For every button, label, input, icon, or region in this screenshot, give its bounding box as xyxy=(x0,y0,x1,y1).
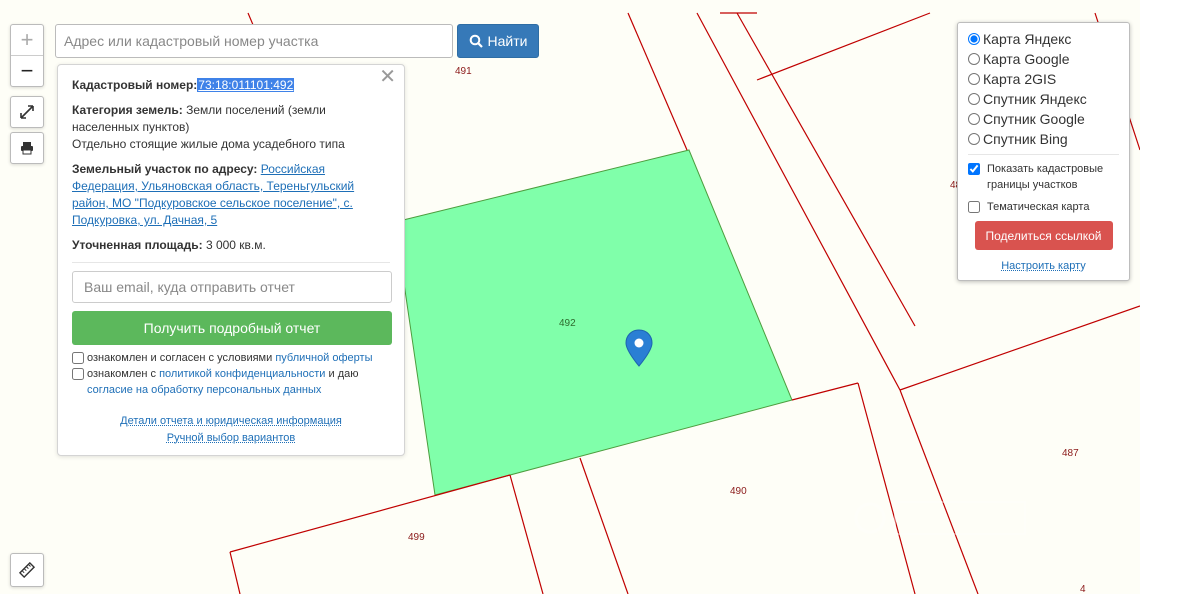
area-row: Уточненная площадь: 3 000 кв.м. xyxy=(72,237,390,254)
show-borders-label: Показать кадастровые границы участков xyxy=(987,163,1104,191)
offer-consent-checkbox-row[interactable]: ознакомлен и согласен с условиями публич… xyxy=(72,350,390,366)
land-category-row: Категория земель: Земли поселений (земли… xyxy=(72,102,390,153)
printer-icon xyxy=(21,142,33,155)
divider xyxy=(968,154,1119,155)
map-source-label: Спутник Google xyxy=(983,111,1085,127)
parcel-label-499: 499 xyxy=(408,532,425,543)
panel-footer-links: Детали отчета и юридическая информация Р… xyxy=(58,413,404,447)
cadastral-number-row: Кадастровый номер:73:18:011101:492 xyxy=(72,77,390,94)
map-source-radio[interactable] xyxy=(968,133,980,145)
cadastral-number-label: Кадастровый номер: xyxy=(72,78,198,92)
thematic-map-checkbox[interactable] xyxy=(968,201,980,213)
email-field[interactable] xyxy=(72,271,392,303)
configure-map-link[interactable]: Настроить карту xyxy=(1001,260,1086,272)
search-icon xyxy=(469,34,483,48)
address-label: Земельный участок по адресу: xyxy=(72,162,258,176)
map-source-list: Карта Яндекс Карта Google Карта 2GIS Спутни… xyxy=(968,29,1119,149)
thematic-map-row[interactable]: Тематическая карта xyxy=(968,199,1119,215)
map-source-option[interactable]: Карта Google xyxy=(968,49,1119,69)
search-button[interactable]: Найти xyxy=(457,24,539,58)
parcel-label-4: 4 xyxy=(1080,584,1086,594)
public-offer-link[interactable]: публичной оферты xyxy=(275,352,372,364)
land-use-value: Отдельно стоящие жилые дома усадебного т… xyxy=(72,137,345,151)
privacy-consent-text: ознакомлен с политикой конфиденциальност… xyxy=(87,368,359,396)
map-layers-panel: Карта Яндекс Карта Google Карта 2GIS Спутни… xyxy=(957,22,1130,281)
map-source-radio[interactable] xyxy=(968,33,980,45)
area-value: 3 000 кв.м. xyxy=(205,238,266,252)
map-source-radio[interactable] xyxy=(968,93,980,105)
search-button-label: Найти xyxy=(487,33,528,49)
map-source-option[interactable]: Спутник Bing xyxy=(968,129,1119,149)
print-button[interactable] xyxy=(10,132,44,164)
parcel-label-492: 492 xyxy=(559,318,576,329)
zoom-out-button[interactable]: − xyxy=(11,56,43,86)
show-borders-checkbox[interactable] xyxy=(968,163,980,175)
show-borders-row[interactable]: Показать кадастровые границы участков xyxy=(968,161,1119,193)
manual-selection-link[interactable]: Ручной выбор вариантов xyxy=(58,430,404,447)
report-details-link[interactable]: Детали отчета и юридическая информация xyxy=(58,413,404,430)
selected-parcel-492[interactable] xyxy=(394,149,793,496)
map-source-label: Спутник Яндекс xyxy=(983,91,1087,107)
map-source-label: Карта 2GIS xyxy=(983,71,1057,87)
get-report-button[interactable]: Получить подробный отчет xyxy=(72,311,392,345)
map-source-label: Карта Яндекс xyxy=(983,31,1072,47)
map-source-option[interactable]: Карта Яндекс xyxy=(968,29,1119,49)
fullscreen-button[interactable] xyxy=(10,96,44,128)
thematic-map-label: Тематическая карта xyxy=(987,201,1090,213)
watermark-logo xyxy=(854,501,1026,535)
offer-consent-text: ознакомлен и согласен с условиями публич… xyxy=(87,352,373,364)
map-source-option[interactable]: Карта 2GIS xyxy=(968,69,1119,89)
privacy-consent-checkbox[interactable] xyxy=(72,368,84,380)
map-source-radio[interactable] xyxy=(968,113,980,125)
share-link-button[interactable]: Поделиться ссылкой xyxy=(974,221,1113,250)
offer-consent-checkbox[interactable] xyxy=(72,352,84,364)
map-source-radio[interactable] xyxy=(968,53,980,65)
divider xyxy=(72,262,390,263)
area-label: Уточненная площадь: xyxy=(72,238,203,252)
parcel-label-490: 490 xyxy=(730,486,747,497)
ruler-button[interactable] xyxy=(10,553,44,587)
expand-icon xyxy=(20,105,34,119)
close-icon[interactable]: ✕ xyxy=(379,67,396,87)
privacy-consent-checkbox-row[interactable]: ознакомлен с политикой конфиденциальност… xyxy=(72,366,390,398)
privacy-policy-link[interactable]: политикой конфиденциальности xyxy=(159,368,325,380)
ruler-icon xyxy=(19,562,35,578)
map-source-option[interactable]: Спутник Яндекс xyxy=(968,89,1119,109)
zoom-in-button[interactable]: + xyxy=(11,25,43,56)
map-source-option[interactable]: Спутник Google xyxy=(968,109,1119,129)
parcel-info-panel: ✕ Кадастровый номер:73:18:011101:492 Кат… xyxy=(57,64,405,456)
map-source-label: Карта Google xyxy=(983,51,1070,67)
parcel-label-487: 487 xyxy=(1062,448,1079,459)
cadastral-number-value[interactable]: 73:18:011101:492 xyxy=(197,78,295,92)
parcel-label-491: 491 xyxy=(455,66,472,77)
personal-data-consent-link[interactable]: согласие на обработку персональных данны… xyxy=(87,384,321,396)
location-marker-icon[interactable] xyxy=(625,328,655,368)
map-source-label: Спутник Bing xyxy=(983,131,1068,147)
map-source-radio[interactable] xyxy=(968,73,980,85)
search-input[interactable] xyxy=(55,24,453,58)
zoom-control: + − xyxy=(10,24,44,87)
configure-map-row: Настроить карту xyxy=(968,260,1119,272)
address-row: Земельный участок по адресу: Российская … xyxy=(72,161,390,229)
land-category-label: Категория земель: xyxy=(72,103,183,117)
